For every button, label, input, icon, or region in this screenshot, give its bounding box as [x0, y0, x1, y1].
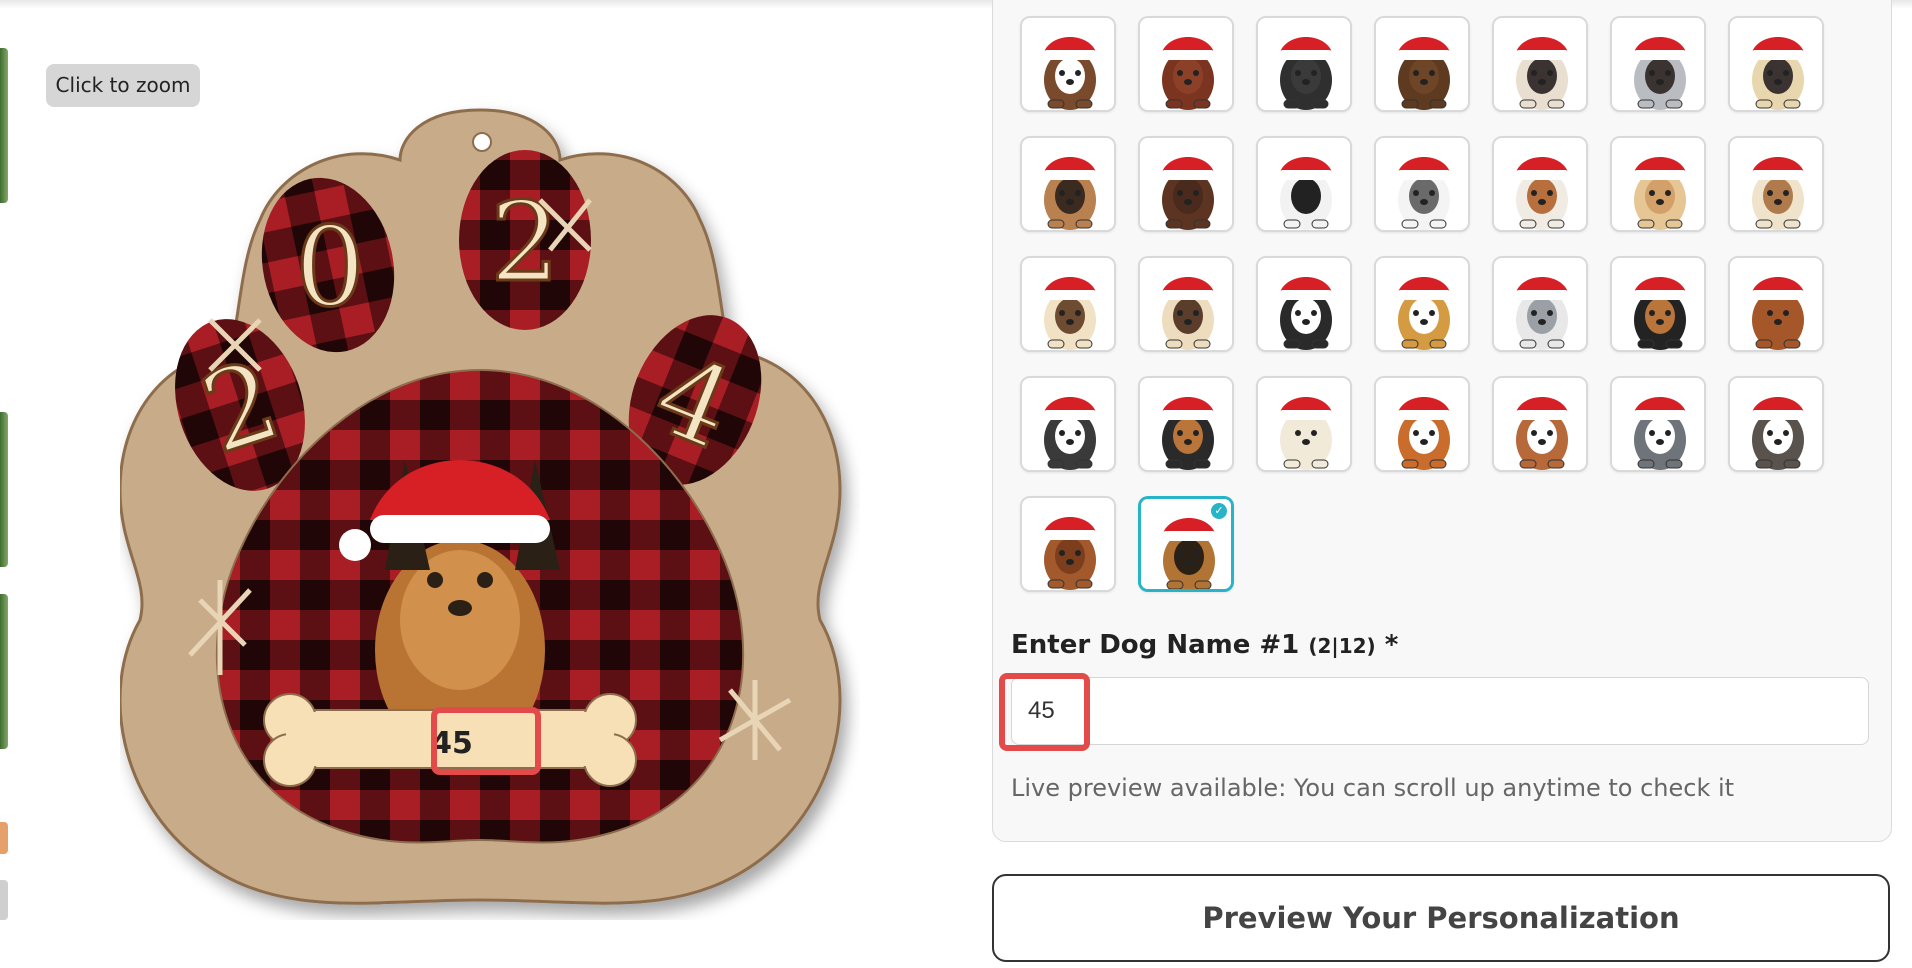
- dog-name-label: Enter Dog Name #1 (2|12) *: [1011, 630, 1398, 660]
- breed-option[interactable]: [1256, 16, 1352, 112]
- dog-avatar-icon: [1258, 378, 1350, 470]
- breed-option[interactable]: [1020, 136, 1116, 232]
- dog-avatar-icon: [1140, 18, 1232, 110]
- ornament-preview-image[interactable]: 2 0 2 4 45: [120, 100, 860, 920]
- breed-option[interactable]: [1492, 256, 1588, 352]
- dog-avatar-icon: [1022, 258, 1114, 350]
- year-digit-2: 0: [295, 203, 365, 331]
- dog-avatar-icon: [1494, 138, 1586, 230]
- dog-avatar-icon: [1730, 378, 1822, 470]
- dog-avatar-icon: [1730, 258, 1822, 350]
- dog-avatar-icon: [1612, 18, 1704, 110]
- dog-name-char-counter: (2|12): [1308, 634, 1376, 658]
- dog-avatar-icon: [1730, 138, 1822, 230]
- thumbnail-2[interactable]: [0, 412, 8, 567]
- breed-option[interactable]: [1610, 16, 1706, 112]
- dog-name-label-text: Enter Dog Name #1: [1011, 630, 1300, 660]
- breed-option[interactable]: [1256, 136, 1352, 232]
- breed-option[interactable]: [1374, 16, 1470, 112]
- dog-avatar-icon: [1140, 258, 1232, 350]
- selected-check-icon: ✓: [1211, 503, 1227, 519]
- breed-option[interactable]: [1256, 376, 1352, 472]
- thumbnail-4[interactable]: [0, 822, 8, 854]
- thumbnail-strip[interactable]: [0, 0, 10, 968]
- dog-avatar-icon: [1376, 18, 1468, 110]
- dog-avatar-icon: [1140, 378, 1232, 470]
- breed-option[interactable]: [1374, 376, 1470, 472]
- breed-option[interactable]: [1020, 16, 1116, 112]
- bone-name-text: 45: [431, 726, 473, 761]
- dog-avatar-icon: [1258, 138, 1350, 230]
- dog-avatar-icon: [1612, 258, 1704, 350]
- breed-option[interactable]: [1728, 136, 1824, 232]
- thumbnail-5[interactable]: [0, 880, 8, 920]
- dog-avatar-icon: [1494, 378, 1586, 470]
- year-digit-3: 2: [490, 178, 560, 306]
- breed-option[interactable]: [1728, 376, 1824, 472]
- thumbnail-3[interactable]: [0, 594, 8, 749]
- preview-personalization-button[interactable]: Preview Your Personalization: [992, 874, 1890, 962]
- breed-option[interactable]: [1138, 136, 1234, 232]
- breed-option[interactable]: [1610, 136, 1706, 232]
- dog-avatar-icon: [1376, 378, 1468, 470]
- breed-option[interactable]: [1492, 136, 1588, 232]
- breed-option[interactable]: [1492, 16, 1588, 112]
- breed-option[interactable]: [1138, 16, 1234, 112]
- thumbnail-1[interactable]: [0, 48, 8, 203]
- breed-option[interactable]: [1492, 376, 1588, 472]
- live-preview-note: Live preview available: You can scroll u…: [1011, 774, 1735, 802]
- dog-name-input[interactable]: [1011, 677, 1869, 745]
- breed-option[interactable]: ✓: [1138, 496, 1234, 592]
- required-mark: *: [1384, 630, 1399, 660]
- dog-avatar-icon: [1258, 18, 1350, 110]
- breed-option[interactable]: [1374, 136, 1470, 232]
- dog-avatar-icon: [1022, 498, 1114, 590]
- dog-avatar-icon: [1258, 258, 1350, 350]
- breed-option[interactable]: [1728, 256, 1824, 352]
- dog-avatar-icon: [1022, 138, 1114, 230]
- breed-option[interactable]: [1138, 256, 1234, 352]
- breed-option[interactable]: [1020, 256, 1116, 352]
- dog-avatar-icon: [1140, 138, 1232, 230]
- dog-avatar-icon: [1494, 18, 1586, 110]
- dog-avatar-icon: [1022, 18, 1114, 110]
- dog-avatar-icon: [1612, 378, 1704, 470]
- breed-option[interactable]: [1020, 376, 1116, 472]
- breed-option[interactable]: [1374, 256, 1470, 352]
- breed-option[interactable]: [1728, 16, 1824, 112]
- breed-option[interactable]: [1256, 256, 1352, 352]
- breed-option[interactable]: [1610, 256, 1706, 352]
- dog-avatar-icon: [1494, 258, 1586, 350]
- dog-avatar-icon: [1730, 18, 1822, 110]
- breed-option[interactable]: [1138, 376, 1234, 472]
- breed-option[interactable]: [1610, 376, 1706, 472]
- dog-avatar-icon: [1376, 258, 1468, 350]
- dog-avatar-icon: [1022, 378, 1114, 470]
- breed-option[interactable]: [1020, 496, 1116, 592]
- dog-avatar-icon: [1376, 138, 1468, 230]
- dog-avatar-icon: [1612, 138, 1704, 230]
